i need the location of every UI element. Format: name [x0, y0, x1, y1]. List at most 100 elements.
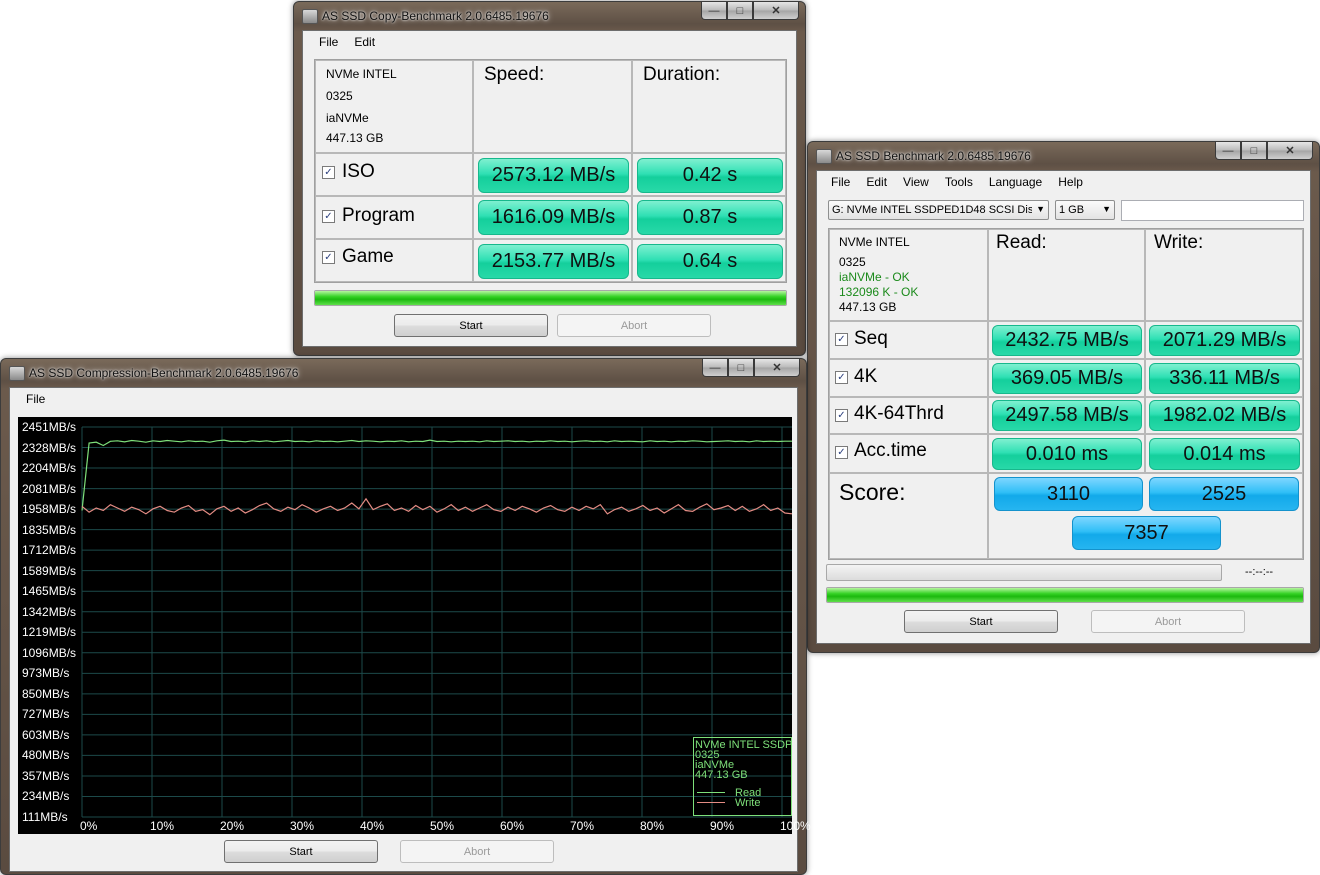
row-iso-label-cell: ✓ ISO	[315, 153, 473, 196]
acctime-checkbox[interactable]: ✓	[835, 446, 848, 459]
seq-write-value: 2071.29 MB/s	[1149, 325, 1300, 356]
window-title: AS SSD Compression-Benchmark 2.0.6485.19…	[29, 366, 299, 380]
acctime-write-value: 0.014 ms	[1149, 438, 1300, 470]
row-label: Seq	[854, 328, 888, 349]
y-tick-label: 2204MB/s	[22, 461, 77, 476]
start-button[interactable]: Start	[394, 314, 548, 337]
menu-help[interactable]: Help	[1050, 175, 1091, 189]
close-button[interactable]: ✕	[753, 2, 799, 20]
bench-progress-bar	[826, 587, 1304, 603]
status-textbox[interactable]	[1121, 200, 1304, 221]
menu-view[interactable]: View	[895, 175, 937, 189]
iso-checkbox[interactable]: ✓	[322, 166, 335, 179]
close-button[interactable]: ✕	[754, 359, 800, 377]
menu-tools[interactable]: Tools	[937, 175, 981, 189]
y-tick-label: 234MB/s	[22, 789, 70, 804]
row-4k-write-cell: 336.11 MB/s	[1145, 359, 1303, 397]
legend-write-entry: Write	[695, 797, 791, 809]
drive-select[interactable]: G: NVMe INTEL SSDPED1D48 SCSI Disk ▼	[828, 200, 1049, 220]
disk-app-icon	[816, 149, 832, 164]
x-tick-label: 80%	[640, 819, 665, 833]
row-iso-duration-cell: 0.42 s	[632, 153, 786, 196]
game-duration-value: 0.64 s	[637, 244, 783, 279]
maximize-button[interactable]: □	[1241, 142, 1267, 160]
y-tick-label: 2081MB/s	[22, 481, 77, 496]
row-seq-write-cell: 2071.29 MB/s	[1145, 321, 1303, 359]
4k64-read-value: 2497.58 MB/s	[992, 400, 1142, 431]
row-4k64-read-cell: 2497.58 MB/s	[988, 397, 1145, 434]
size-select[interactable]: 1 GB ▼	[1055, 200, 1115, 220]
close-button[interactable]: ✕	[1267, 142, 1313, 160]
x-tick-label: 10%	[150, 819, 175, 833]
bench-titlebar[interactable]: AS SSD Benchmark 2.0.6485.19676 — □ ✕	[808, 142, 1319, 170]
4k-checkbox[interactable]: ✓	[835, 371, 848, 384]
copy-titlebar[interactable]: AS SSD Copy-Benchmark 2.0.6485.19676 — □…	[294, 2, 805, 30]
minimize-button[interactable]: —	[702, 359, 728, 377]
score-label: Score:	[839, 479, 906, 505]
compression-client: File 2451MB/s 2328MB/s 2204MB/s 2081MB/s 195…	[9, 387, 811, 872]
drive-select-value: G: NVMe INTEL SSDPED1D48 SCSI Disk	[832, 204, 1032, 216]
game-checkbox[interactable]: ✓	[322, 251, 335, 264]
maximize-button[interactable]: □	[727, 2, 753, 20]
4k64-write-value: 1982.02 MB/s	[1149, 400, 1300, 431]
menubar: File Edit	[303, 31, 796, 53]
write-header-cell: Write:	[1145, 229, 1303, 321]
minimize-button[interactable]: —	[1215, 142, 1241, 160]
abort-button[interactable]: Abort	[1091, 610, 1245, 633]
minimize-button[interactable]: —	[701, 2, 727, 20]
copy-progress-fill	[315, 291, 786, 305]
drive-driver-status: iaNVMe - OK	[839, 270, 910, 284]
menu-edit[interactable]: Edit	[346, 35, 383, 49]
drive-size: 447.13 GB	[839, 300, 897, 314]
y-tick-label: 111MB/s	[22, 810, 68, 824]
bench-results-panel: NVMe INTEL 0325 iaNVMe - OK 132096 K - O…	[828, 228, 1304, 560]
compression-titlebar[interactable]: AS SSD Compression-Benchmark 2.0.6485.19…	[1, 359, 806, 387]
duration-header: Duration:	[643, 64, 721, 85]
row-acctime-read-cell: 0.010 ms	[988, 434, 1145, 473]
abort-button[interactable]: Abort	[557, 314, 711, 337]
y-tick-label: 1096MB/s	[22, 645, 77, 660]
y-tick-label: 603MB/s	[22, 727, 70, 742]
seq-checkbox[interactable]: ✓	[835, 333, 848, 346]
y-tick-label: 1342MB/s	[22, 604, 77, 619]
bench-progress-fill	[827, 588, 1303, 602]
copy-results-panel: NVMe INTEL 0325 iaNVMe 447.13 GB Speed: …	[314, 59, 787, 283]
x-tick-label: 70%	[570, 819, 595, 833]
row-game-duration-cell: 0.64 s	[632, 239, 786, 282]
score-write-value: 2525	[1149, 477, 1299, 511]
row-label: Program	[342, 205, 415, 226]
disk-app-icon	[302, 9, 318, 24]
menu-file[interactable]: File	[311, 35, 346, 49]
start-button[interactable]: Start	[904, 610, 1058, 633]
score-label-cell: Score:	[829, 473, 988, 559]
row-label: 4K	[854, 366, 878, 387]
row-acctime-label-cell: ✓ Acc.time	[829, 434, 988, 473]
y-tick-label: 727MB/s	[22, 707, 70, 722]
drive-alignment-status: 132096 K - OK	[839, 285, 919, 299]
program-checkbox[interactable]: ✓	[322, 210, 335, 223]
row-4k-label-cell: ✓ 4K	[829, 359, 988, 397]
4k64-checkbox[interactable]: ✓	[835, 409, 848, 422]
maximize-button[interactable]: □	[728, 359, 754, 377]
abort-button[interactable]: Abort	[400, 840, 554, 863]
compression-chart-svg	[81, 426, 792, 818]
drive-name: NVMe INTEL	[326, 67, 397, 81]
menu-language[interactable]: Language	[981, 175, 1050, 189]
menu-file[interactable]: File	[823, 175, 858, 189]
legend-write-label: Write	[735, 797, 761, 809]
y-tick-label: 357MB/s	[22, 768, 70, 783]
y-tick-label: 973MB/s	[22, 666, 70, 681]
start-button[interactable]: Start	[224, 840, 378, 863]
series-line-read	[81, 439, 792, 511]
menubar: File Edit View Tools Language Help	[817, 171, 1310, 193]
y-tick-label: 1465MB/s	[22, 584, 77, 599]
y-tick-label: 1958MB/s	[22, 502, 77, 517]
size-select-value: 1 GB	[1059, 204, 1085, 216]
acctime-read-value: 0.010 ms	[992, 438, 1142, 470]
menu-file[interactable]: File	[18, 392, 53, 406]
menu-edit[interactable]: Edit	[858, 175, 895, 189]
x-tick-label: 30%	[290, 819, 315, 833]
write-header: Write:	[1154, 232, 1204, 253]
legend-write-swatch	[697, 802, 725, 803]
legend-read-swatch	[697, 792, 725, 793]
